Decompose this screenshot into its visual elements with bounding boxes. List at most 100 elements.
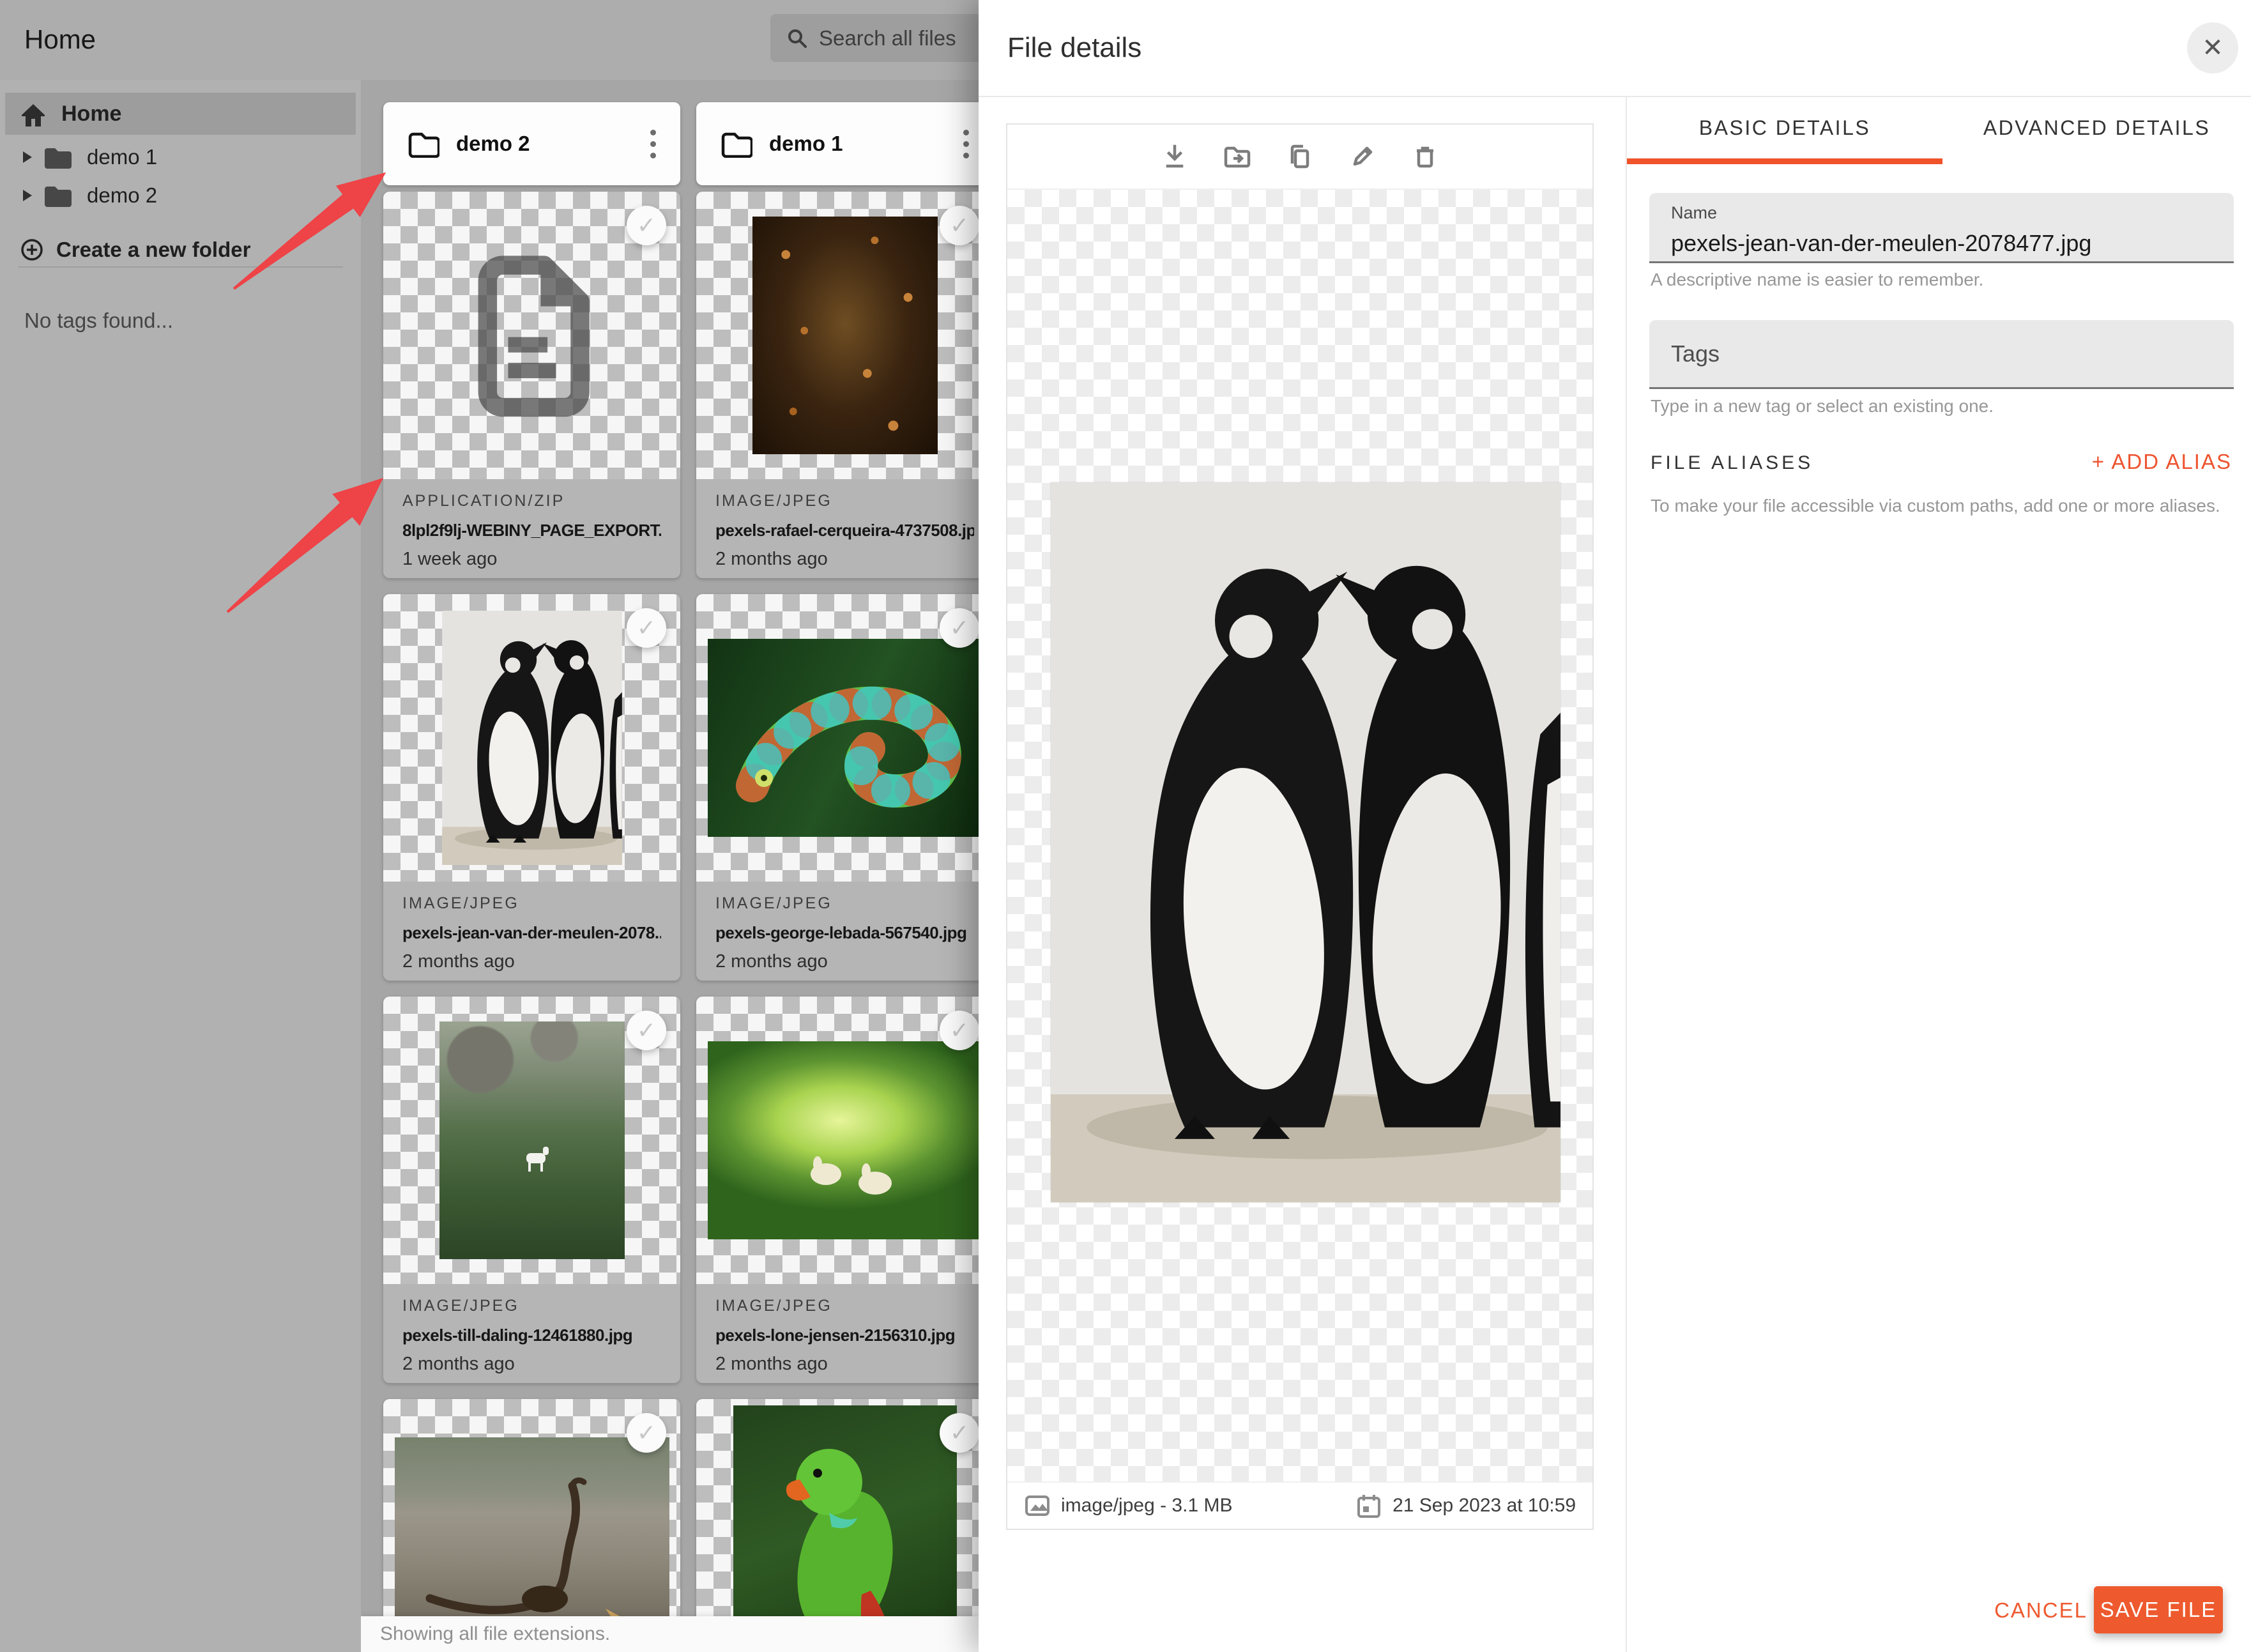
add-alias-button[interactable]: + ADD ALIAS: [2092, 450, 2232, 474]
name-field[interactable]: Name pexels-jean-van-der-meulen-2078477.…: [1649, 193, 2234, 263]
kebab-menu-icon[interactable]: [645, 125, 661, 164]
folder-name: demo 2: [456, 132, 530, 155]
file-type: IMAGE/JPEG: [402, 894, 519, 912]
image-icon: [1025, 1495, 1049, 1516]
copy-icon[interactable]: [1285, 142, 1315, 171]
close-button[interactable]: ✕: [2187, 22, 2238, 73]
create-folder-label: Create a new folder: [56, 238, 251, 261]
moths-photo: [752, 217, 938, 454]
created-date-text: 21 Sep 2023 at 10:59: [1393, 1495, 1576, 1516]
name-field-label: Name: [1671, 203, 1718, 222]
preview-stage: [1007, 190, 1592, 1481]
tags-field[interactable]: Tags: [1649, 320, 2234, 389]
create-folder-button[interactable]: Create a new folder: [19, 237, 250, 263]
sidebar-item-demo2[interactable]: demo 2: [0, 177, 157, 214]
file-thumbnail: ✓: [696, 192, 979, 479]
sidebar-item-home[interactable]: Home: [5, 93, 356, 135]
check-icon[interactable]: ✓: [940, 1011, 979, 1050]
file-type: IMAGE/JPEG: [402, 1297, 519, 1315]
cancel-button[interactable]: CANCEL: [1987, 1594, 2095, 1627]
rabbits-photo: [707, 1041, 979, 1239]
file-card-parrot[interactable]: ✓: [696, 1399, 979, 1652]
file-thumbnail: ✓: [383, 594, 680, 882]
calendar-icon: [1357, 1495, 1381, 1518]
chameleon-photo: [707, 639, 979, 837]
file-card-rabbits[interactable]: ✓ IMAGE/JPEG pexels-lone-jensen-2156310.…: [696, 997, 979, 1383]
check-icon[interactable]: ✓: [627, 1011, 666, 1050]
caret-right-icon[interactable]: [23, 151, 32, 163]
file-thumbnail: ✓: [696, 594, 979, 882]
check-icon[interactable]: ✓: [940, 206, 979, 245]
no-tags-message: No tags found...: [24, 309, 173, 332]
edit-icon[interactable]: [1348, 142, 1377, 171]
check-icon[interactable]: ✓: [627, 608, 666, 648]
delete-icon[interactable]: [1410, 142, 1440, 171]
file-manager-app: Home Search all files Home demo 1 demo 2…: [0, 0, 2251, 1652]
file-type: IMAGE/JPEG: [715, 492, 832, 510]
folder-card-demo2[interactable]: demo 2: [383, 102, 680, 185]
file-modified: 2 months ago: [402, 951, 515, 972]
file-modified: 1 week ago: [402, 549, 498, 569]
file-type: IMAGE/JPEG: [715, 1297, 832, 1315]
file-modified: 2 months ago: [715, 549, 828, 569]
file-card-chameleon[interactable]: ✓ IMAGE/JPEG pexels-george-lebada-567540…: [696, 594, 979, 981]
status-bar: Showing all file extensions.: [361, 1616, 979, 1652]
file-grid: demo 2 demo 1 ✓ APPLICATION/ZIP 8lpl2f9l…: [361, 0, 979, 1652]
file-card-zip[interactable]: ✓ APPLICATION/ZIP 8lpl2f9lj-WEBINY_PAGE_…: [383, 192, 680, 578]
file-thumbnail: ✓: [383, 192, 680, 479]
check-icon[interactable]: ✓: [940, 1413, 979, 1453]
save-file-button[interactable]: SAVE FILE: [2094, 1586, 2223, 1633]
file-thumbnail: ✓: [696, 997, 979, 1284]
create-folder-icon: [21, 239, 43, 261]
sidebar-item-label: Home: [61, 101, 122, 126]
name-field-value: pexels-jean-van-der-meulen-2078477.jpg: [1671, 230, 2092, 256]
preview-toolbar: [1007, 125, 1592, 190]
file-name: pexels-jean-van-der-meulen-2078...: [402, 923, 661, 942]
sidebar-divider: [18, 266, 343, 268]
tab-basic-details[interactable]: BASIC DETAILS: [1627, 97, 1942, 158]
parrot-photo: [733, 1405, 957, 1652]
status-text: Showing all file extensions.: [380, 1623, 611, 1644]
folder-name: demo 1: [769, 132, 843, 155]
check-icon[interactable]: ✓: [940, 608, 979, 648]
file-type: APPLICATION/ZIP: [402, 492, 565, 510]
file-modified: 2 months ago: [715, 1354, 828, 1374]
name-field-help: A descriptive name is easier to remember…: [1651, 270, 1984, 289]
file-modified: 2 months ago: [715, 951, 828, 972]
home-icon: [22, 104, 45, 126]
file-card-snake[interactable]: ✓: [383, 1399, 680, 1652]
file-thumbnail: ✓: [383, 997, 680, 1284]
download-icon[interactable]: [1160, 142, 1189, 171]
sidebar-item-label: demo 1: [87, 145, 158, 169]
folder-icon: [408, 132, 439, 158]
file-type: IMAGE/JPEG: [715, 894, 832, 912]
penguins-photo: [442, 611, 622, 865]
file-name: pexels-till-daling-12461880.jpg: [402, 1326, 633, 1345]
file-details-drawer: File details ✕ image/jpeg - 3.1 MB 21 Se…: [979, 0, 2251, 1652]
preview-infobar: image/jpeg - 3.1 MB 21 Sep 2023 at 10:59: [1007, 1481, 1592, 1529]
check-icon[interactable]: ✓: [627, 1413, 666, 1453]
tab-advanced-details[interactable]: ADVANCED DETAILS: [1942, 97, 2251, 158]
file-name: pexels-rafael-cerqueira-4737508.jpg: [715, 521, 974, 540]
active-tab-indicator: [1627, 158, 1942, 164]
file-card-goat[interactable]: ✓ IMAGE/JPEG pexels-till-daling-12461880…: [383, 997, 680, 1383]
file-preview-panel: image/jpeg - 3.1 MB 21 Sep 2023 at 10:59: [1006, 123, 1594, 1530]
folder-card-demo1[interactable]: demo 1: [696, 102, 979, 185]
file-card-moths[interactable]: ✓ IMAGE/JPEG pexels-rafael-cerqueira-473…: [696, 192, 979, 578]
folder-icon: [42, 144, 73, 170]
move-to-folder-icon[interactable]: [1223, 142, 1252, 171]
kebab-menu-icon[interactable]: [958, 125, 974, 164]
tags-placeholder: Tags: [1671, 340, 1720, 367]
check-icon[interactable]: ✓: [627, 206, 666, 245]
goat-photo: [439, 1021, 625, 1259]
folder-icon: [42, 183, 73, 208]
page-title: Home: [24, 24, 96, 54]
file-aliases-heading: FILE ALIASES: [1651, 452, 1814, 473]
file-size-text: image/jpeg - 3.1 MB: [1061, 1495, 1233, 1516]
sidebar-item-demo1[interactable]: demo 1: [0, 139, 157, 176]
caret-right-icon[interactable]: [23, 190, 32, 201]
file-thumbnail: ✓: [696, 1399, 979, 1652]
file-card-penguins[interactable]: ✓ IMAGE/JPEG pexels-jean-van-der-meulen-…: [383, 594, 680, 981]
file-name: pexels-george-lebada-567540.jpg: [715, 923, 967, 942]
penguins-preview-image: [1051, 482, 1560, 1202]
